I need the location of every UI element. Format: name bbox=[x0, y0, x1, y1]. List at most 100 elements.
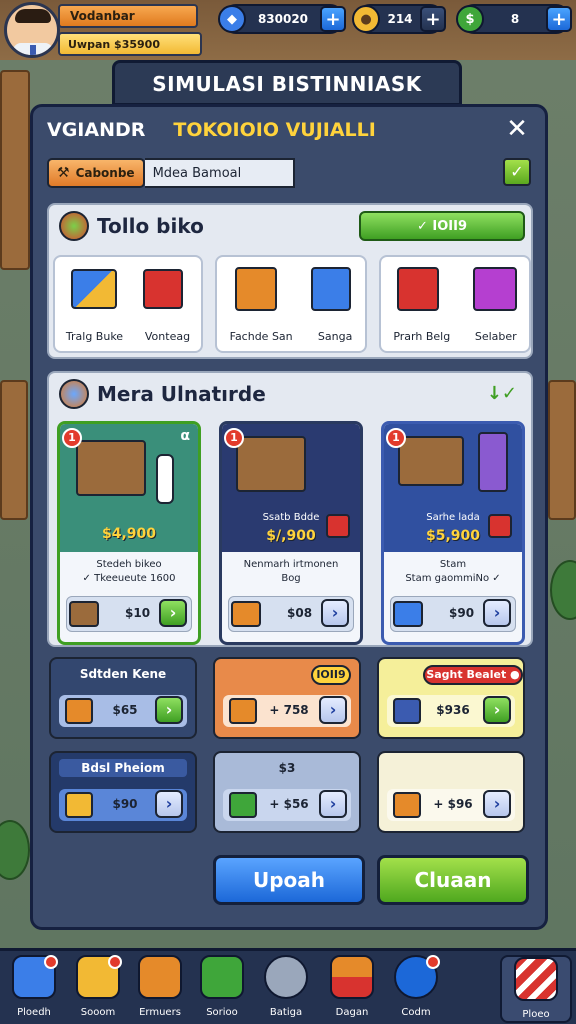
offer-arrow-button[interactable]: › bbox=[483, 790, 511, 818]
top-section-panel: Tollo biko ✓ IOII9 Tralg Buke Vonteag Fac… bbox=[47, 203, 533, 359]
listing-name: Sarhe lada bbox=[426, 512, 480, 523]
listing-buy-row: $08 › bbox=[228, 596, 354, 632]
notification-dot bbox=[426, 955, 440, 969]
game-title: SIMULASI BISTINNIASK bbox=[112, 60, 462, 106]
listing-desc: Stam Stam gaommiNo ✓ bbox=[390, 558, 516, 586]
crate-icon bbox=[229, 792, 257, 818]
box-red-icon bbox=[143, 269, 183, 309]
gem-value: 830020 bbox=[257, 12, 309, 26]
offer-title: $3 bbox=[278, 761, 296, 775]
top-section-title-text: Tollo biko bbox=[97, 214, 204, 238]
category-card[interactable]: Tralg Buke Vonteag bbox=[53, 255, 203, 353]
avatar[interactable] bbox=[4, 2, 60, 58]
offer-prefix: + bbox=[433, 797, 444, 811]
confirm-check-button[interactable]: ✓ bbox=[503, 158, 531, 186]
nav-item-coins[interactable]: Ermuers bbox=[130, 955, 190, 1023]
category-pill-label: Cabonbe bbox=[75, 166, 135, 180]
buy-arrow-button[interactable]: › bbox=[483, 599, 511, 627]
nav-item-cash[interactable]: Sorioo bbox=[192, 955, 252, 1023]
offer-arrow-button[interactable]: › bbox=[319, 790, 347, 818]
offer-row: + 758 › bbox=[223, 695, 351, 727]
cash-counter: $ 8 + bbox=[456, 4, 572, 34]
offer-tile[interactable]: Sdtden Kene $65 › bbox=[49, 657, 197, 739]
add-gems-button[interactable]: + bbox=[320, 6, 346, 32]
notification-dot bbox=[44, 955, 58, 969]
notification-dot bbox=[108, 955, 122, 969]
nav-item-gift[interactable]: Dagan bbox=[322, 955, 382, 1023]
nav-label: Codm bbox=[401, 1007, 431, 1018]
cash-value: 8 bbox=[510, 12, 520, 26]
top-bar: Vodanbar Uwpan $35900 ◆ 830020 + ● 214 +… bbox=[0, 0, 576, 62]
shop-listing[interactable]: 1 Sarhe lada $5,900 Stam Stam gaommiNo ✓… bbox=[381, 421, 525, 645]
buy-arrow-button[interactable]: › bbox=[321, 599, 349, 627]
offer-arrow-button[interactable]: › bbox=[483, 696, 511, 724]
nav-label: Dagan bbox=[335, 1007, 369, 1018]
card-label: Vonteag bbox=[144, 330, 191, 343]
offer-row: $936 › bbox=[387, 695, 515, 727]
listing-desc-line: ✓ Tkeeueute 1600 bbox=[82, 573, 176, 584]
offer-title: Sdtden Kene bbox=[79, 667, 167, 681]
player-funds: Uwpan $35900 bbox=[58, 32, 202, 56]
nav-item-globe[interactable]: Codm bbox=[386, 955, 446, 1023]
category-card[interactable]: Fachde San Sanga bbox=[215, 255, 367, 353]
clean-button[interactable]: Cluaan bbox=[377, 855, 529, 905]
offer-tile[interactable]: IOII9 + 758 › bbox=[213, 657, 361, 739]
offer-tile[interactable]: $3 + $56 › bbox=[213, 751, 361, 833]
offer-tag: IOII9 bbox=[311, 665, 351, 685]
listing-buy-row: $90 › bbox=[390, 596, 516, 632]
nav-label: Sorioo bbox=[206, 1007, 238, 1018]
offer-amount-group: + $56 bbox=[267, 797, 311, 811]
card-label: Fachde San bbox=[229, 330, 293, 343]
nav-item-blueprint[interactable]: Ploedh bbox=[4, 955, 64, 1023]
top-section-action-button[interactable]: ✓ IOII9 bbox=[359, 211, 525, 241]
nav-item-storage[interactable]: Batiga bbox=[256, 955, 316, 1023]
coin-bag-icon bbox=[138, 955, 182, 999]
leaf-badge-icon bbox=[59, 211, 89, 241]
listing-price: $/,900 bbox=[266, 528, 316, 544]
nav-label: Batiga bbox=[269, 1007, 303, 1018]
offer-prefix: + bbox=[269, 703, 280, 717]
tab-left[interactable]: VGIANDR bbox=[47, 119, 145, 141]
listing-desc-line: Stam gaommiNo ✓ bbox=[405, 573, 501, 584]
offer-row: + $96 › bbox=[387, 789, 515, 821]
offer-tile[interactable]: Saght Bealet ● $936 › bbox=[377, 657, 525, 739]
buy-arrow-button[interactable]: › bbox=[159, 599, 187, 627]
cabinet-icon bbox=[478, 432, 508, 492]
nav-label: Ploeo bbox=[522, 1009, 550, 1020]
offer-arrow-button[interactable]: › bbox=[155, 790, 183, 818]
tab-right[interactable]: TOKOIOIO VUJIALLI bbox=[173, 119, 375, 141]
badge-icon bbox=[59, 379, 89, 409]
category-card[interactable]: Prarh Belg Selaber bbox=[379, 255, 531, 353]
cash-icon: $ bbox=[456, 5, 484, 33]
machine-icon bbox=[393, 698, 421, 724]
nav-item-shop[interactable]: Ploeo bbox=[500, 955, 572, 1023]
gift-box-icon bbox=[330, 955, 374, 999]
nav-label: Sooom bbox=[80, 1007, 116, 1018]
mid-section-title-text: Mera Ulnatırde bbox=[97, 382, 266, 406]
close-icon[interactable]: ✕ bbox=[503, 115, 531, 143]
offer-tile[interactable]: + $96 › bbox=[377, 751, 525, 833]
shop-listing[interactable]: 1 α $4,900 Stedeh bikeo ✓ Tkeeueute 1600… bbox=[57, 421, 201, 645]
offer-row: $65 › bbox=[59, 695, 187, 727]
add-cash-button[interactable]: + bbox=[546, 6, 572, 32]
offer-row: + $56 › bbox=[223, 789, 351, 821]
cart-icon bbox=[311, 267, 351, 311]
box-orange-icon bbox=[235, 267, 277, 311]
shop-listing[interactable]: 1 Ssatb Bdde $/,900 Nenmarh irtmonen Bog… bbox=[219, 421, 363, 645]
upgrade-button[interactable]: Upoah bbox=[213, 855, 365, 905]
offer-arrow-button[interactable]: › bbox=[155, 696, 183, 724]
listing-desc-line: Bog bbox=[281, 573, 301, 584]
listing-desc-line: Stedeh bikeo bbox=[96, 559, 162, 570]
nav-item-gold[interactable]: Sooom bbox=[68, 955, 128, 1023]
box-blue-icon bbox=[71, 269, 117, 309]
add-gold-button[interactable]: + bbox=[420, 6, 446, 32]
offer-prefix: + bbox=[269, 797, 280, 811]
gem-icon: ◆ bbox=[218, 5, 246, 33]
listing-desc-line: Nenmarh irtmonen bbox=[243, 559, 339, 570]
category-text: Mdea Bamoal bbox=[144, 158, 295, 188]
listing-buy-row: $10 › bbox=[66, 596, 192, 632]
category-pill[interactable]: ⚒ Cabonbe bbox=[47, 158, 145, 188]
offer-tile[interactable]: Bdsl Pheiom $90 › bbox=[49, 751, 197, 833]
listing-desc: Stedeh bikeo ✓ Tkeeueute 1600 bbox=[66, 558, 192, 586]
offer-arrow-button[interactable]: › bbox=[319, 696, 347, 724]
